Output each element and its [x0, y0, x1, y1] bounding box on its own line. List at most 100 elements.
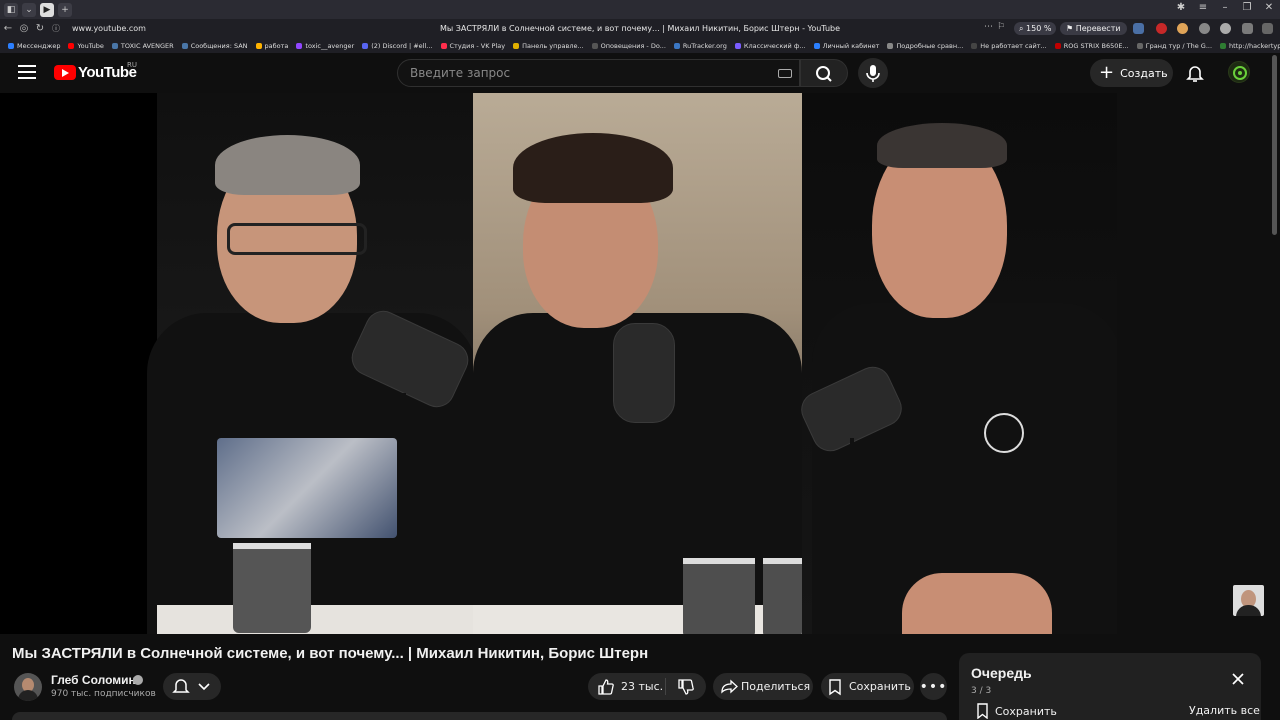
extension-icon[interactable] — [1220, 23, 1231, 34]
bookmark-favicon-icon — [887, 42, 894, 49]
bookmark-item[interactable]: Личный кабинет — [813, 41, 880, 50]
youtube-logo[interactable]: YouTube — [54, 64, 137, 81]
search-button[interactable] — [800, 59, 848, 87]
more-options-icon[interactable]: ⋯ — [984, 22, 993, 32]
browser-titlebar: ◧ ⌄ ▶ + ✱ ≡ – ❐ ✕ — [0, 0, 1280, 19]
close-window-icon[interactable]: ✕ — [1258, 2, 1280, 13]
channel-name[interactable]: Глеб Соломин — [51, 673, 136, 687]
clear-queue-button[interactable]: Удалить все — [1189, 704, 1260, 717]
bookmark-favicon-icon — [971, 42, 978, 49]
notifications-button[interactable] — [1184, 62, 1206, 84]
bookmark-item[interactable]: Панель управле... — [513, 42, 584, 50]
extensions-icon[interactable]: ✱ — [1170, 2, 1192, 13]
bookmark-item[interactable]: работа — [255, 42, 288, 50]
divider — [665, 678, 666, 695]
bookmark-item[interactable]: Студия - VK Play — [440, 41, 506, 50]
user-avatar[interactable] — [1228, 61, 1250, 83]
tab-list-icon[interactable]: ⌄ — [22, 2, 36, 17]
region-code: RU — [127, 61, 137, 69]
bookmark-item[interactable]: Подробные сравн... — [887, 42, 963, 50]
extension-icon[interactable] — [1133, 23, 1144, 34]
speaker-hair — [513, 133, 673, 203]
bookmark-favicon-icon — [513, 42, 520, 49]
video-frame-middle — [473, 93, 802, 634]
video-player[interactable] — [0, 93, 1117, 634]
reload-icon[interactable]: ↻ — [32, 23, 48, 34]
more-actions-button[interactable]: ••• — [920, 673, 947, 700]
adblock-icon[interactable] — [1156, 23, 1167, 34]
bookmark-item[interactable]: Классический ф... — [734, 41, 806, 50]
bookmark-item[interactable]: Мессенджер — [8, 42, 60, 50]
new-tab-icon[interactable]: + — [58, 2, 72, 17]
like-button[interactable]: 23 тыс. — [588, 673, 665, 700]
shield-icon[interactable]: ◎ — [16, 23, 32, 34]
notification-settings-button[interactable] — [163, 673, 221, 700]
bookmark-item[interactable]: http://hackertype... — [1220, 42, 1280, 50]
hamburger-menu-icon[interactable] — [18, 65, 36, 81]
bookmark-item[interactable]: ROG STRIX B650E... — [1054, 42, 1129, 50]
bookmark-label: Классический ф... — [743, 41, 806, 50]
coffee-cup — [763, 558, 802, 634]
voice-search-button[interactable] — [858, 58, 888, 88]
queue-save-button[interactable]: Сохранить — [975, 703, 1057, 719]
page-scrollbar[interactable] — [1272, 55, 1277, 235]
bookmark-item[interactable]: TOXIC AVENGER — [111, 42, 174, 50]
create-button[interactable]: + Создать — [1090, 59, 1173, 87]
bookmark-label: Личный кабинет — [822, 41, 880, 50]
bookmark-item[interactable]: Сообщения: SAN — [181, 41, 248, 50]
share-button[interactable]: Поделиться — [713, 673, 813, 700]
table — [157, 605, 473, 634]
verified-icon — [133, 675, 143, 685]
extension-icon[interactable] — [1199, 23, 1210, 34]
bookmark-icon[interactable]: ⚐ — [997, 22, 1005, 32]
bookmark-item[interactable]: YouTube — [68, 42, 104, 50]
bookmark-label: Студия - VK Play — [449, 41, 506, 50]
speaker-hair — [877, 123, 1007, 168]
extension-icon[interactable] — [1177, 23, 1188, 34]
bookmark-favicon-icon — [1054, 42, 1061, 49]
extension-icon[interactable] — [1242, 23, 1253, 34]
bookmark-favicon-icon — [813, 42, 820, 49]
minimize-icon[interactable]: – — [1214, 2, 1236, 13]
video-title: Мы ЗАСТРЯЛИ в Солнечной системе, и вот п… — [12, 645, 649, 662]
restore-icon[interactable]: ❐ — [1236, 2, 1258, 13]
speaker-hair — [215, 135, 360, 195]
youtube-header: YouTube RU + Создать — [0, 53, 1280, 93]
like-count: 23 тыс. — [621, 680, 664, 693]
bell-icon — [1186, 66, 1204, 82]
address-bar: ← ◎ ↻ ⓘ www.youtube.com Мы ЗАСТРЯЛИ в Со… — [0, 19, 1280, 38]
bookmark-item[interactable]: toxic__avenger — [296, 42, 354, 50]
save-button[interactable]: Сохранить — [821, 673, 914, 700]
keyboard-icon[interactable] — [778, 69, 792, 78]
back-icon[interactable]: ← — [0, 23, 16, 34]
bookmark-label: Сообщения: SAN — [190, 41, 248, 50]
bookmark-item[interactable]: (2) Discord | #ell... — [362, 42, 433, 50]
bookmark-item[interactable]: Гранд тур / The G... — [1136, 42, 1212, 50]
search-input[interactable] — [410, 60, 770, 86]
translate-button[interactable]: ⚑ Перевести — [1060, 22, 1127, 35]
bookmark-item[interactable]: Не работает сайт... — [971, 42, 1047, 50]
active-tab[interactable]: ▶ — [40, 2, 54, 17]
tshirt-logo — [984, 413, 1024, 453]
speaker-hand — [902, 573, 1052, 634]
bookmark-label: Подробные сравн... — [896, 41, 964, 50]
download-icon[interactable] — [1262, 23, 1273, 34]
url-field[interactable]: www.youtube.com — [72, 24, 146, 33]
bookmark-item[interactable]: RuTracker.org — [673, 42, 727, 50]
plus-icon: + — [1099, 62, 1115, 83]
dislike-button[interactable] — [665, 673, 706, 700]
browser-menu-icon[interactable]: ◧ — [4, 2, 18, 17]
bookmark-favicon-icon — [734, 42, 741, 49]
close-queue-button[interactable] — [1231, 671, 1245, 685]
search-icon — [816, 66, 832, 82]
browser-settings-icon[interactable]: ≡ — [1192, 2, 1214, 13]
site-info-icon[interactable]: ⓘ — [48, 23, 64, 34]
channel-avatar[interactable] — [14, 673, 42, 701]
description-box[interactable] — [12, 712, 947, 720]
bookmark-item[interactable]: Оповещения - Do... — [591, 42, 666, 50]
create-label: Создать — [1120, 66, 1168, 80]
zoom-level[interactable]: ⌕ 150 % — [1014, 22, 1057, 35]
channel-watermark[interactable] — [1233, 585, 1264, 616]
microphone-icon — [866, 65, 880, 82]
bookmark-favicon-icon — [673, 42, 680, 49]
